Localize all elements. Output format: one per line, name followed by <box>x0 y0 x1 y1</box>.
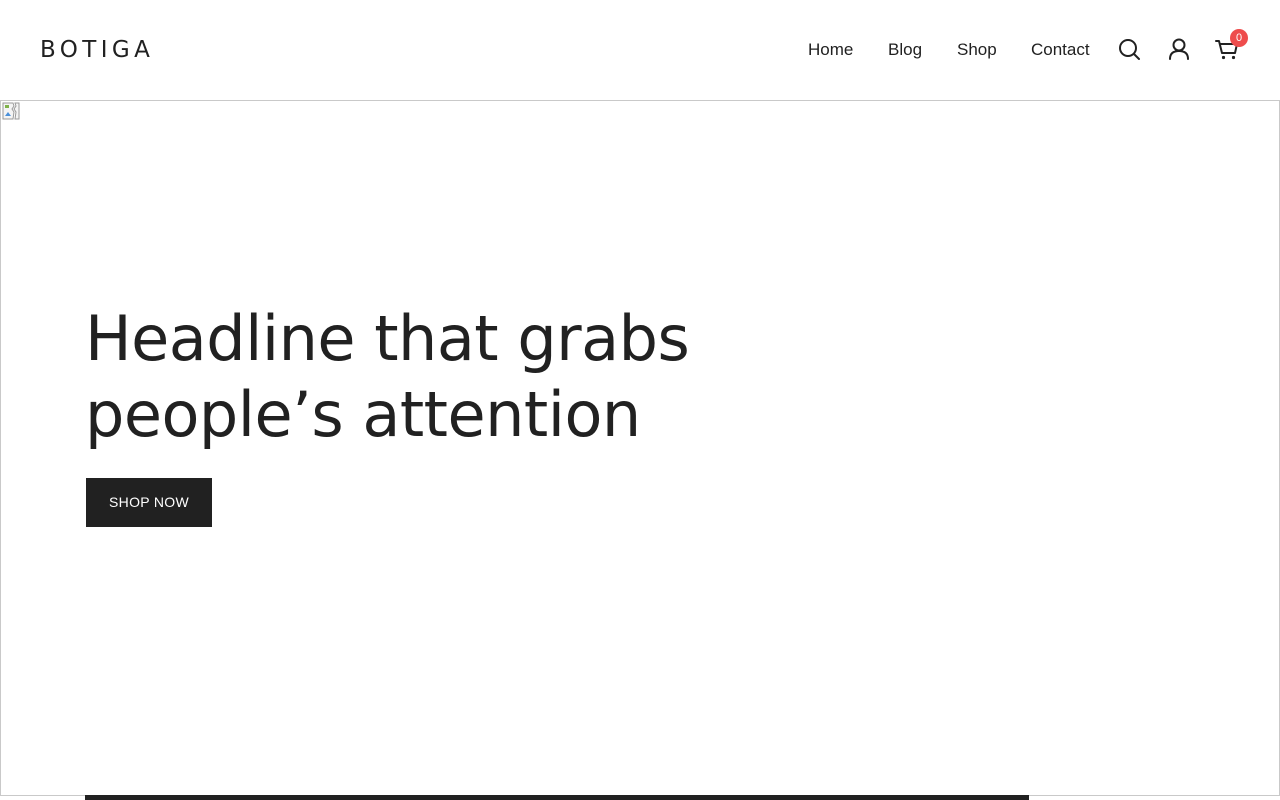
broken-image-icon <box>2 102 20 120</box>
hero-headline-line-2: people’s attention <box>85 378 641 451</box>
cart-count-badge: 0 <box>1230 29 1248 47</box>
shop-now-button[interactable]: SHOP NOW <box>86 478 212 527</box>
hero-headline: Headline that grabs people’s attention <box>85 301 785 453</box>
hero-headline-line-1: Headline that grabs <box>85 302 690 375</box>
account-icon[interactable] <box>1166 36 1192 62</box>
nav-link-shop[interactable]: Shop <box>957 39 997 61</box>
site-logo[interactable]: BOTIGA <box>40 37 154 63</box>
next-section-edge <box>85 795 1029 800</box>
hero-section: Headline that grabs people’s attention S… <box>0 100 1280 796</box>
nav-link-home[interactable]: Home <box>808 39 853 61</box>
site-header: BOTIGA Home Blog Shop Contact 0 <box>0 0 1280 100</box>
nav-link-contact[interactable]: Contact <box>1031 39 1090 61</box>
search-icon[interactable] <box>1116 36 1142 62</box>
nav-link-blog[interactable]: Blog <box>888 39 922 61</box>
